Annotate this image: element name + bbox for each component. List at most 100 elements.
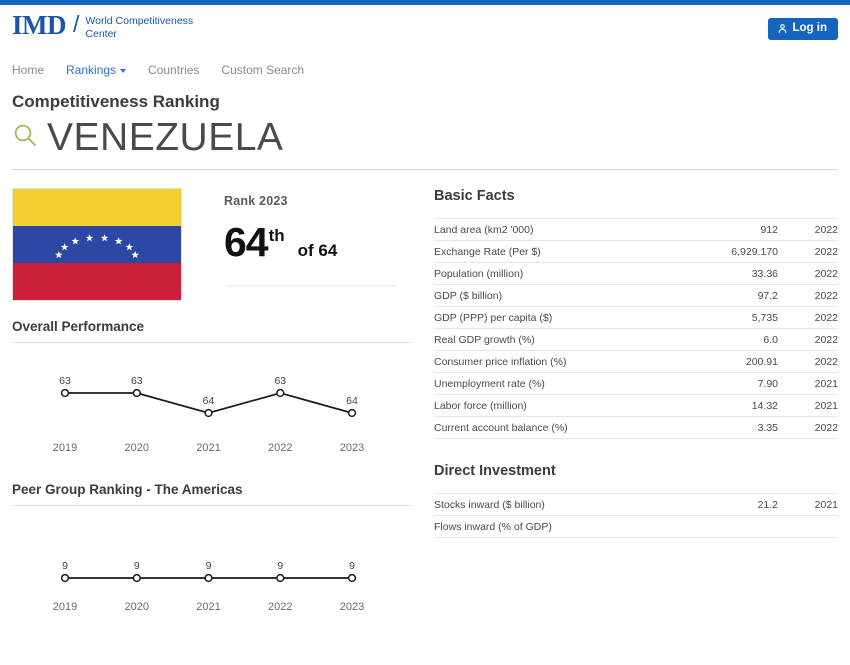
svg-text:64: 64: [346, 395, 358, 407]
basic-fact-year: 2022: [814, 224, 838, 236]
chart-overall-performance-title: Overall Performance: [12, 319, 145, 334]
flag-band-yellow: [13, 189, 181, 226]
rank-label: Rank 2023: [224, 194, 288, 208]
basic-facts-table: Land area (km2 '000) 912 2022 Exchange Rate…: [434, 218, 838, 439]
direct-investment-title: Direct Investment: [434, 463, 556, 479]
svg-text:63: 63: [131, 375, 143, 387]
svg-text:2023: 2023: [340, 601, 364, 613]
basic-fact-label: Consumer price inflation (%): [434, 356, 567, 368]
login-button[interactable]: Log in: [767, 18, 838, 40]
site-header: IMD / World Competitiveness Center Log i…: [0, 5, 850, 53]
basic-fact-label: Land area (km2 '000): [434, 224, 534, 236]
left-column: Rank 2023 64 th of 64 Overall Performanc…: [12, 188, 412, 620]
chart-peer-group-plot: 9 2019 9 2020 9 2021 9 2022 9 2023: [53, 560, 364, 613]
direct-investment-label: Flows inward (% of GDP): [434, 521, 552, 533]
svg-text:9: 9: [134, 560, 140, 572]
basic-fact-value: 5,735: [751, 312, 778, 324]
flag-rank-block: Rank 2023 64 th of 64: [12, 188, 412, 301]
svg-text:9: 9: [206, 560, 212, 572]
basic-fact-year: 2021: [814, 400, 838, 412]
chart-overall-performance-plot: 63 2019 63 2020 64 2021 63 2022 64 2023: [53, 375, 364, 454]
title-divider: [12, 169, 838, 170]
page-title: Competitiveness Ranking: [12, 92, 220, 111]
basic-fact-label: Unemployment rate (%): [434, 378, 545, 390]
nav-item-rankings[interactable]: Rankings: [66, 63, 127, 77]
table-row: Consumer price inflation (%) 200.91 2022: [434, 351, 838, 373]
direct-investment-year: 2021: [814, 499, 838, 511]
basic-fact-value: 912: [760, 224, 778, 236]
search-icon[interactable]: [12, 122, 38, 153]
main-content: Rank 2023 64 th of 64 Overall Performanc…: [0, 188, 850, 620]
basic-fact-value: 200.91: [745, 356, 778, 368]
rank-block: Rank 2023 64 th of 64: [182, 188, 412, 287]
nav-item-home[interactable]: Home: [12, 63, 44, 77]
chart-peer-group-title: Peer Group Ranking - The Americas: [12, 482, 243, 497]
basic-fact-year: 2022: [814, 312, 838, 324]
table-row: Stocks inward ($ billion) 21.2 2021: [434, 493, 838, 516]
basic-fact-year: 2022: [814, 422, 838, 434]
basic-fact-label: Labor force (million): [434, 400, 527, 412]
basic-fact-year: 2022: [814, 356, 838, 368]
basic-fact-label: Current account balance (%): [434, 422, 568, 434]
basic-fact-value: 6.0: [763, 334, 778, 346]
svg-text:2020: 2020: [125, 442, 149, 454]
country-search-row[interactable]: VENEZUELA: [12, 118, 838, 157]
svg-text:2021: 2021: [196, 601, 220, 613]
direct-investment-table: Stocks inward ($ billion) 21.2 2021 Flows i…: [434, 493, 838, 538]
nav-item-countries[interactable]: Countries: [148, 63, 199, 77]
country-flag: [12, 188, 182, 301]
country-name: VENEZUELA: [47, 116, 284, 159]
direct-investment-value: [699, 516, 804, 538]
login-button-label: Log in: [792, 22, 828, 34]
direct-investment-label: Stocks inward ($ billion): [434, 499, 545, 511]
svg-text:9: 9: [62, 560, 68, 572]
basic-fact-year: 2022: [814, 334, 838, 346]
chart-overall-performance: Overall Performance 63 2019 63 2020 64 2021 63…: [12, 319, 412, 460]
flag-band-red: [13, 262, 181, 300]
svg-text:2020: 2020: [125, 601, 149, 613]
basic-fact-value: 7.90: [757, 378, 778, 390]
basic-fact-value: 97.2: [757, 290, 778, 302]
svg-text:64: 64: [203, 395, 215, 407]
direct-investment-year: [804, 516, 838, 538]
nav-item-custom-search[interactable]: Custom Search: [221, 63, 304, 77]
user-icon: [777, 23, 788, 34]
rank-total: of 64: [297, 241, 338, 260]
table-row: Flows inward (% of GDP): [434, 516, 838, 538]
svg-text:2022: 2022: [268, 601, 292, 613]
basic-fact-value: 14.32: [751, 400, 778, 412]
direct-investment-value: 21.2: [757, 499, 778, 511]
table-row: GDP (PPP) per capita ($) 5,735 2022: [434, 307, 838, 329]
imd-logo[interactable]: IMD / World Competitiveness Center: [12, 12, 205, 41]
chart-overall-performance-divider: [12, 342, 412, 343]
basic-fact-year: 2022: [814, 268, 838, 280]
logo-subtitle: World Competitiveness Center: [85, 15, 194, 41]
basic-fact-year: 2021: [814, 378, 838, 390]
basic-fact-value: 3.35: [757, 422, 778, 434]
rank-value: 64 th of 64: [224, 222, 412, 263]
table-row: GDP ($ billion) 97.2 2022: [434, 285, 838, 307]
logo-imd-text: IMD: [12, 10, 67, 40]
table-row: Real GDP growth (%) 6.0 2022: [434, 329, 838, 351]
basic-fact-value: 6,929.170: [731, 246, 778, 258]
rank-divider: [226, 285, 396, 287]
table-row: Population (million) 33.36 2022: [434, 263, 838, 285]
nav-item-rankings-label: Rankings: [66, 63, 117, 77]
basic-fact-label: Population (million): [434, 268, 524, 280]
table-row: Unemployment rate (%) 7.90 2021: [434, 373, 838, 395]
flag-stars: [55, 234, 139, 259]
table-row: Labor force (million) 14.32 2021: [434, 395, 838, 417]
svg-text:2019: 2019: [53, 442, 77, 454]
svg-text:2019: 2019: [53, 601, 77, 613]
rank-number: 64: [224, 219, 269, 265]
svg-text:2023: 2023: [340, 442, 364, 454]
chevron-down-icon: [120, 68, 127, 73]
basic-facts-title: Basic Facts: [434, 188, 515, 204]
svg-text:63: 63: [59, 375, 71, 387]
rank-suffix: th: [268, 226, 285, 245]
table-row: Current account balance (%) 3.35 2022: [434, 417, 838, 439]
svg-text:2022: 2022: [268, 442, 292, 454]
table-row: Exchange Rate (Per $) 6,929.170 2022: [434, 241, 838, 263]
svg-text:2021: 2021: [196, 442, 220, 454]
